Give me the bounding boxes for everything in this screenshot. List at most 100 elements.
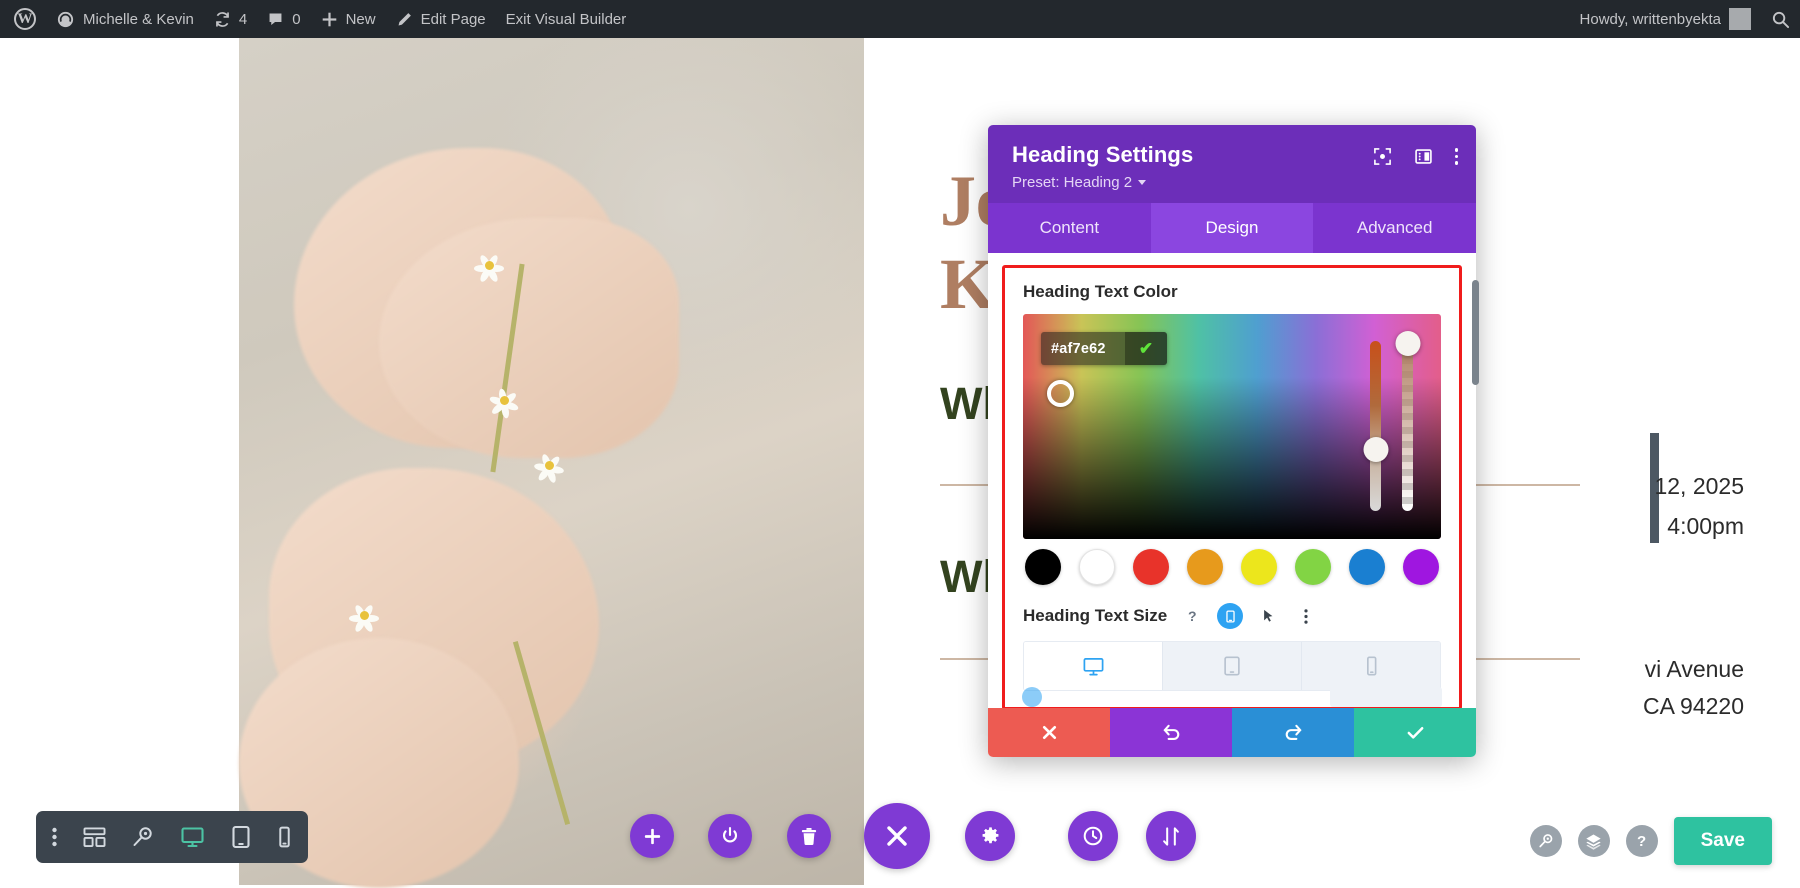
preset-label: Preset: Heading 2: [1012, 174, 1132, 191]
modal-body: Heading Text Color #af7e62 ✔: [988, 253, 1476, 708]
settings-button[interactable]: [965, 811, 1015, 861]
more-vertical-icon[interactable]: [1293, 603, 1319, 629]
next-setting-partial-row: [1002, 686, 1462, 708]
edit-page-label: Edit Page: [421, 11, 486, 28]
page-canvas: Jo e Kn Wh Wh 12, 2025 4:00pm vi Avenue …: [0, 38, 1800, 885]
admin-bar-edit-page[interactable]: Edit Page: [386, 0, 496, 38]
desktop-monitor-icon[interactable]: [180, 825, 205, 849]
color-picker[interactable]: #af7e62 ✔: [1023, 314, 1441, 539]
more-vertical-icon[interactable]: [1455, 148, 1459, 165]
delete-module-button[interactable]: [787, 814, 831, 858]
heading-text-size-row: Heading Text Size ?: [1023, 603, 1441, 629]
admin-bar-new[interactable]: New: [311, 0, 386, 38]
comment-bubble-icon: [267, 11, 284, 28]
user-avatar-icon: [1729, 8, 1751, 30]
exit-visual-builder-label: Exit Visual Builder: [506, 11, 627, 28]
tablet-icon[interactable]: [231, 825, 251, 849]
event-date-text: 12, 2025: [1654, 473, 1744, 500]
new-label: New: [346, 11, 376, 28]
swatch-red[interactable]: [1133, 549, 1169, 585]
save-page-button[interactable]: Save: [1674, 817, 1772, 865]
close-builder-button[interactable]: [864, 803, 930, 869]
wordpress-logo-icon: W: [14, 8, 36, 30]
swatch-purple[interactable]: [1403, 549, 1439, 585]
heading-text-color-label: Heading Text Color: [1023, 282, 1441, 302]
heading-text-size-label: Heading Text Size: [1023, 606, 1167, 626]
tab-advanced[interactable]: Advanced: [1313, 203, 1476, 253]
tab-content[interactable]: Content: [988, 203, 1151, 253]
hex-input[interactable]: #af7e62: [1041, 341, 1125, 357]
swatch-blue[interactable]: [1349, 549, 1385, 585]
question-help-icon[interactable]: ?: [1179, 603, 1205, 629]
plus-icon: [321, 11, 338, 28]
site-name-label: Michelle & Kevin: [83, 11, 194, 28]
search-icon: [1771, 10, 1790, 29]
modal-header: Heading Settings Preset: Heading 2: [988, 125, 1476, 203]
redo-button[interactable]: [1232, 708, 1354, 757]
responsive-toggle-partial-icon[interactable]: [1022, 687, 1042, 707]
wireframe-grid-icon[interactable]: [83, 827, 106, 848]
magnifier-zoom-icon[interactable]: [132, 826, 154, 848]
alpha-slider[interactable]: [1402, 341, 1413, 511]
device-tab-phone[interactable]: [1302, 642, 1440, 690]
admin-bar-comments[interactable]: 0: [257, 0, 310, 38]
hue-slider[interactable]: [1370, 341, 1381, 511]
swatch-black[interactable]: [1025, 549, 1061, 585]
modal-tabs: Content Design Advanced: [988, 203, 1476, 253]
event-time-text: 4:00pm: [1667, 513, 1744, 540]
swatch-green[interactable]: [1295, 549, 1331, 585]
heading-settings-modal: Heading Settings Preset: Heading 2: [988, 125, 1476, 757]
updates-count: 4: [239, 11, 247, 28]
hero-photo-hands-with-daisies: [239, 38, 864, 885]
responsive-mobile-icon[interactable]: [1217, 603, 1243, 629]
history-button[interactable]: [1068, 811, 1118, 861]
layers-icon[interactable]: [1578, 825, 1610, 857]
admin-bar-site-name[interactable]: Michelle & Kevin: [46, 0, 204, 38]
device-tab-tablet[interactable]: [1163, 642, 1302, 690]
device-tab-desktop[interactable]: [1024, 642, 1163, 690]
highlighted-settings-group: Heading Text Color #af7e62 ✔: [1002, 265, 1462, 708]
admin-bar-search[interactable]: [1761, 0, 1800, 38]
value-input-partial[interactable]: [1330, 687, 1442, 707]
admin-bar-wp-logo[interactable]: W: [0, 0, 46, 38]
chevron-down-icon: [1138, 180, 1146, 185]
comments-count: 0: [292, 11, 300, 28]
hue-slider-handle[interactable]: [1363, 437, 1388, 462]
swatch-white[interactable]: [1079, 549, 1115, 585]
pencil-edit-icon: [396, 11, 413, 28]
save-button[interactable]: [1354, 708, 1476, 757]
add-module-button[interactable]: [630, 814, 674, 858]
layout-panel-icon[interactable]: [1414, 147, 1433, 166]
builder-view-toolbar: [36, 811, 308, 863]
modal-footer: [988, 708, 1476, 757]
dashboard-speedometer-icon: [56, 10, 75, 29]
toggle-module-button[interactable]: [708, 814, 752, 858]
alpha-slider-handle[interactable]: [1395, 331, 1420, 356]
preset-selector[interactable]: Preset: Heading 2: [1012, 174, 1456, 191]
tab-design[interactable]: Design: [1151, 203, 1314, 253]
builder-utility-bar: ? Save: [1530, 817, 1772, 865]
wp-admin-bar: W Michelle & Kevin 4 0 New Edit Page Exi…: [0, 0, 1800, 38]
admin-bar-account[interactable]: Howdy, writtenbyekta: [1570, 0, 1761, 38]
admin-bar-updates[interactable]: 4: [204, 0, 257, 38]
cancel-button[interactable]: [988, 708, 1110, 757]
focus-target-icon[interactable]: [1373, 147, 1392, 166]
modal-scrollbar[interactable]: [1472, 280, 1479, 385]
swatch-yellow[interactable]: [1241, 549, 1277, 585]
color-swatch-row: [1023, 549, 1441, 585]
more-vertical-icon[interactable]: [52, 827, 57, 847]
hex-input-chip[interactable]: #af7e62 ✔: [1041, 332, 1167, 365]
swatch-orange[interactable]: [1187, 549, 1223, 585]
undo-button[interactable]: [1110, 708, 1232, 757]
checkmark-icon[interactable]: ✔: [1125, 332, 1167, 365]
modal-header-icons: [1373, 147, 1459, 166]
responsive-device-tabs: [1023, 641, 1441, 691]
help-question-icon[interactable]: ?: [1626, 825, 1658, 857]
color-picker-handle-icon[interactable]: [1047, 380, 1074, 407]
mobile-phone-icon[interactable]: [277, 825, 292, 849]
updates-refresh-icon: [214, 11, 231, 28]
search-icon[interactable]: [1530, 825, 1562, 857]
cursor-pointer-icon[interactable]: [1255, 603, 1281, 629]
admin-bar-exit-visual-builder[interactable]: Exit Visual Builder: [496, 0, 637, 38]
portability-button[interactable]: [1146, 811, 1196, 861]
